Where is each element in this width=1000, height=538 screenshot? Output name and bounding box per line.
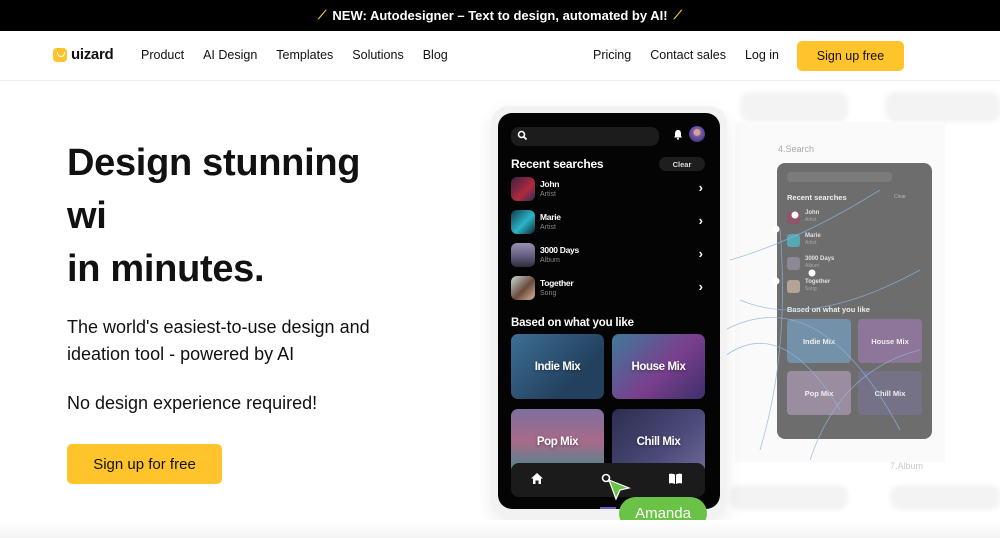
mix-card-indie[interactable]: Indie Mix [511, 334, 604, 399]
nav-link-ai-design[interactable]: AI Design [203, 48, 257, 62]
ghost-frame [890, 485, 1000, 510]
wire [809, 349, 921, 461]
item-name: 3000 Days [540, 245, 579, 255]
wire [739, 269, 921, 311]
item-kind: Album [540, 257, 560, 264]
hero-note: No design experience required! [67, 393, 318, 413]
avatar[interactable] [689, 126, 705, 142]
list-item[interactable]: Marie Artist › [511, 210, 707, 238]
search-icon [517, 130, 528, 141]
based-on-title: Based on what you like [511, 317, 634, 329]
hero-title-line: Design stunning [67, 142, 361, 184]
nav-link-contact-sales[interactable]: Contact sales [650, 48, 726, 62]
hero-subtitle: The world's easiest-to-use design and id… [67, 317, 370, 364]
nav-link-product[interactable]: Product [141, 48, 184, 62]
item-name: Together [540, 278, 574, 288]
item-name: Marie [540, 212, 561, 222]
logo-icon [53, 47, 67, 62]
wire [720, 343, 841, 411]
nav-link-login[interactable]: Log in [745, 48, 779, 62]
nav-link-templates[interactable]: Templates [276, 48, 333, 62]
chevron-right-icon: › [698, 246, 703, 261]
list-item[interactable]: John Artist › [511, 177, 707, 205]
album-art [511, 177, 535, 201]
ghost-frame [885, 92, 1000, 122]
hero-title-line: wi [67, 195, 107, 237]
hero-signup-button[interactable]: Sign up for free [67, 444, 222, 484]
item-kind: Artist [540, 224, 556, 231]
mix-card-house[interactable]: House Mix [612, 334, 705, 399]
home-icon[interactable] [531, 473, 543, 484]
bell-icon[interactable] [673, 129, 683, 140]
album-art [511, 210, 535, 234]
clear-button[interactable]: Clear [659, 157, 705, 171]
wire [724, 317, 901, 431]
nav-link-blog[interactable]: Blog [423, 48, 448, 62]
hero-title: Design stunning wi in minutes. [67, 137, 360, 296]
nav-links: Product AI Design Templates Solutions Bl… [141, 48, 448, 62]
announcement-text[interactable]: NEW: Autodesigner – Text to design, auto… [332, 8, 667, 23]
book-icon[interactable] [669, 473, 682, 484]
nav-right-links: Pricing Contact sales Log in [593, 48, 779, 62]
nav-link-solutions[interactable]: Solutions [352, 48, 403, 62]
item-name: John [540, 179, 560, 189]
active-tab-indicator [600, 507, 616, 509]
nav-link-pricing[interactable]: Pricing [593, 48, 631, 62]
magic-wand-icon: ⟋ [318, 8, 327, 22]
wire-node [772, 277, 780, 285]
section-divider [0, 520, 1000, 538]
item-kind: Song [540, 290, 557, 297]
wire-node [791, 211, 799, 219]
wire-node [808, 269, 816, 277]
top-nav: uizard Product AI Design Templates Solut… [0, 31, 1000, 81]
ghost-frame [730, 485, 848, 510]
album-art [511, 276, 535, 300]
chevron-right-icon: › [698, 279, 703, 294]
signup-button[interactable]: Sign up free [797, 41, 904, 71]
ghost-frame [740, 92, 848, 122]
wire [759, 229, 783, 451]
chevron-right-icon: › [698, 180, 703, 195]
phone-screen: Recent searches Clear John Artist › Mari… [498, 113, 720, 509]
logo-text: uizard [71, 46, 114, 63]
item-kind: Artist [540, 191, 556, 198]
recent-searches-title: Recent searches [511, 157, 604, 171]
magic-wand-icon: ⟋ [673, 8, 682, 22]
chevron-right-icon: › [698, 213, 703, 228]
list-item[interactable]: 3000 Days Album › [511, 243, 707, 271]
album-art [511, 243, 535, 267]
wire [729, 189, 881, 261]
logo[interactable]: uizard [53, 46, 114, 63]
list-item[interactable]: Together Song › [511, 276, 707, 304]
hero-title-line: in minutes. [67, 248, 265, 290]
phone-search-bar[interactable] [511, 127, 659, 146]
wire-node [772, 225, 780, 233]
announcement-bar[interactable]: ⟋ NEW: Autodesigner – Text to design, au… [0, 0, 1000, 31]
connection-wires [720, 189, 921, 461]
